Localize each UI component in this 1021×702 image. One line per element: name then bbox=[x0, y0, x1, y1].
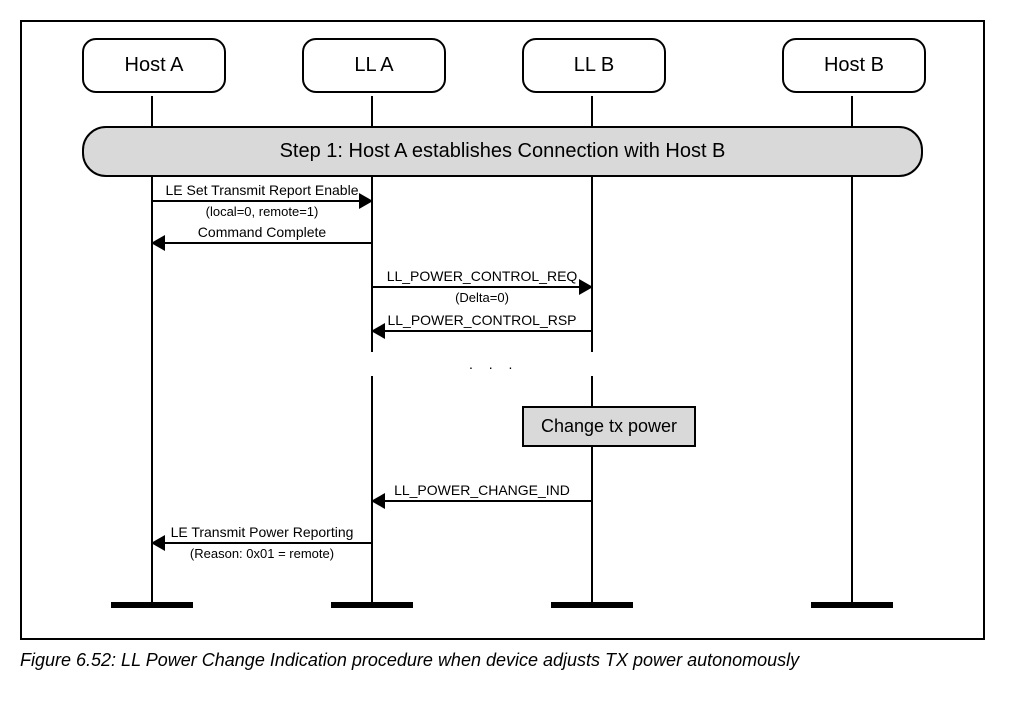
figure-caption: Figure 6.52: LL Power Change Indication … bbox=[20, 650, 1000, 671]
ellipsis: . . . bbox=[469, 356, 518, 372]
lifeline-end-ll-a bbox=[331, 602, 413, 608]
actor-ll-b: LL B bbox=[522, 38, 666, 93]
lifeline-end-host-a bbox=[111, 602, 193, 608]
arrow-m1 bbox=[153, 200, 371, 202]
action-change-tx-power: Change tx power bbox=[522, 406, 696, 447]
arrow-m4 bbox=[373, 330, 591, 332]
msg-le-set-transmit-report-enable: LE Set Transmit Report Enable bbox=[157, 182, 367, 198]
lifeline-end-ll-b bbox=[551, 602, 633, 608]
step-1-banner: Step 1: Host A establishes Connection wi… bbox=[82, 126, 923, 177]
actor-host-a: Host A bbox=[82, 38, 226, 93]
msg-command-complete: Command Complete bbox=[157, 224, 367, 240]
arrow-m2 bbox=[153, 242, 371, 244]
msg-m1-sub: (local=0, remote=1) bbox=[157, 204, 367, 219]
msg-le-transmit-power-reporting: LE Transmit Power Reporting bbox=[157, 524, 367, 540]
lifeline-end-host-b bbox=[811, 602, 893, 608]
msg-m6-sub: (Reason: 0x01 = remote) bbox=[157, 546, 367, 561]
msg-m3-sub: (Delta=0) bbox=[377, 290, 587, 305]
msg-ll-power-control-rsp: LL_POWER_CONTROL_RSP bbox=[377, 312, 587, 328]
msg-ll-power-control-req: LL_POWER_CONTROL_REQ bbox=[377, 268, 587, 284]
arrow-m3 bbox=[373, 286, 591, 288]
msg-ll-power-change-ind: LL_POWER_CHANGE_IND bbox=[377, 482, 587, 498]
diagram-frame: Host A LL A LL B Host B Step 1: Host A e… bbox=[20, 20, 985, 640]
actor-host-b: Host B bbox=[782, 38, 926, 93]
arrow-m6 bbox=[153, 542, 371, 544]
arrow-m5 bbox=[373, 500, 591, 502]
actor-ll-a: LL A bbox=[302, 38, 446, 93]
